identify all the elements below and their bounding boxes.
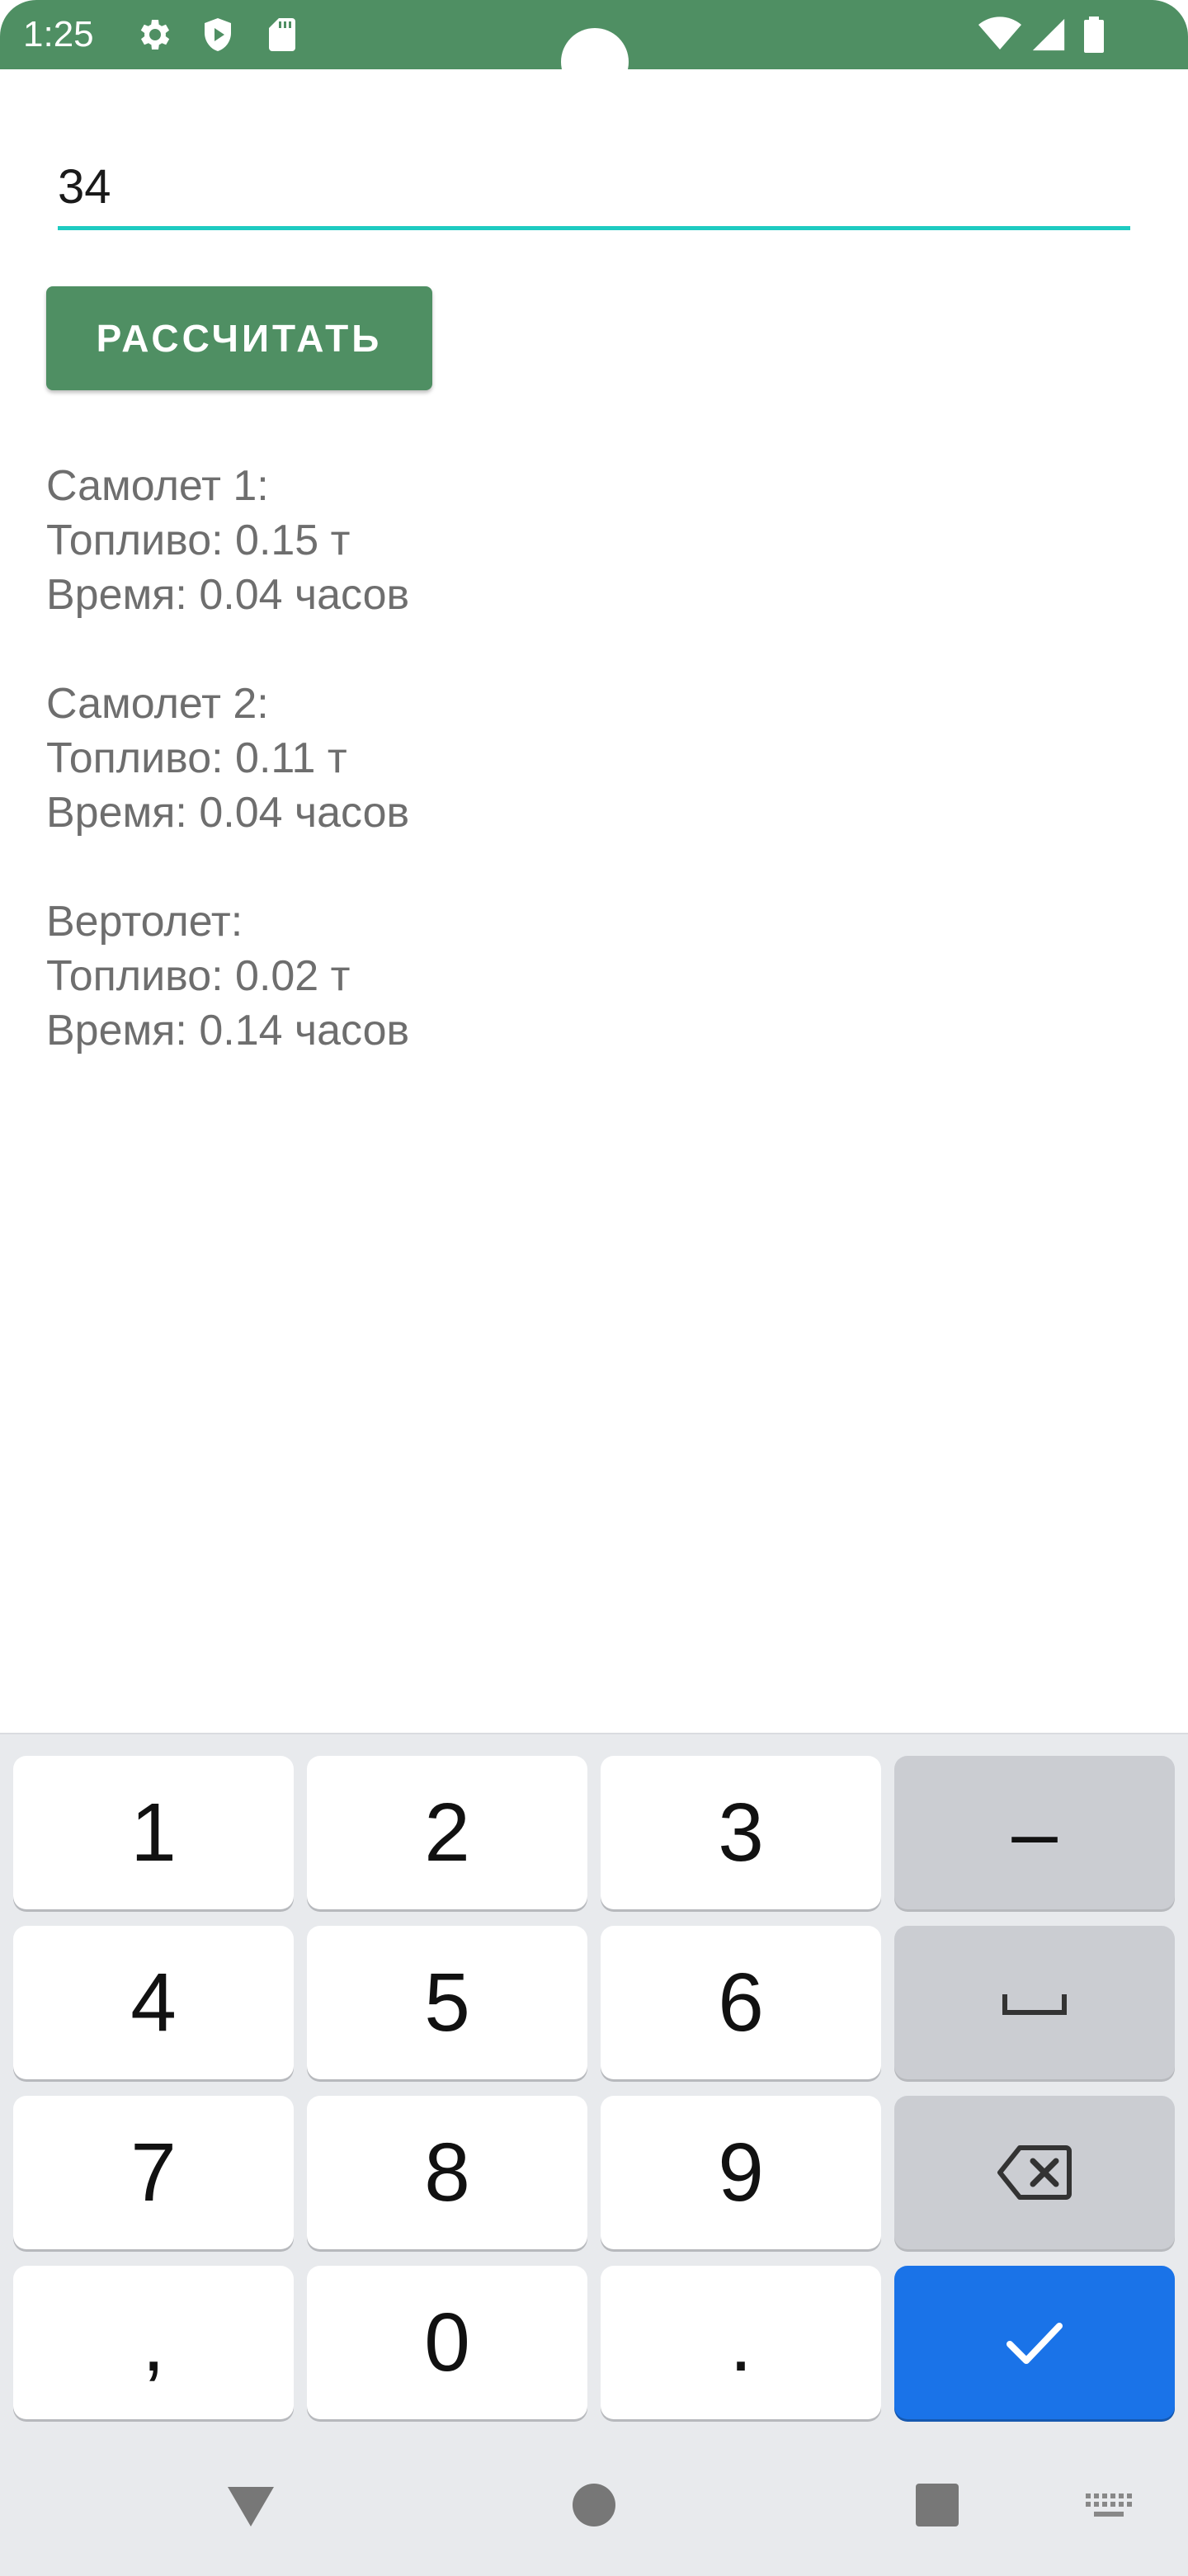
result-time: Время: 0.14 часов xyxy=(46,1007,410,1054)
key-1[interactable]: 1 xyxy=(13,1756,294,1909)
result-aircraft-1: Самолет 1: Топливо: 0.15 т Время: 0.04 ч… xyxy=(46,459,1119,622)
key-2[interactable]: 2 xyxy=(307,1756,587,1909)
results-text: Самолет 1: Топливо: 0.15 т Время: 0.04 ч… xyxy=(46,459,1119,1112)
key-9[interactable]: 9 xyxy=(601,2096,881,2249)
status-time: 1:25 xyxy=(23,14,94,54)
key-4[interactable]: 4 xyxy=(13,1926,294,2079)
result-title: Вертолет: xyxy=(46,898,243,946)
key-minus[interactable]: – xyxy=(894,1756,1175,1909)
result-fuel: Топливо: 0.02 т xyxy=(46,952,351,1000)
home-icon[interactable] xyxy=(571,2482,617,2532)
result-fuel: Топливо: 0.15 т xyxy=(46,517,351,564)
key-backspace[interactable] xyxy=(894,2096,1175,2249)
result-time: Время: 0.04 часов xyxy=(46,789,410,837)
result-aircraft-2: Самолет 2: Топливо: 0.11 т Время: 0.04 ч… xyxy=(46,677,1119,840)
sd-card-icon xyxy=(262,15,302,54)
key-8[interactable]: 8 xyxy=(307,2096,587,2249)
key-space[interactable] xyxy=(894,1926,1175,2079)
recents-icon[interactable] xyxy=(914,2482,960,2532)
numeric-keyboard: 1 2 3 – 4 5 6 7 8 9 , 0 . xyxy=(0,1733,1188,2576)
distance-input-field[interactable] xyxy=(58,140,1130,230)
key-7[interactable]: 7 xyxy=(13,2096,294,2249)
checkmark-icon xyxy=(1005,2319,1064,2366)
key-6[interactable]: 6 xyxy=(601,1926,881,2079)
key-3[interactable]: 3 xyxy=(601,1756,881,1909)
result-title: Самолет 2: xyxy=(46,680,269,728)
battery-icon xyxy=(1082,15,1122,54)
status-bar: 1:25 xyxy=(0,0,1188,96)
shield-play-icon xyxy=(198,15,238,54)
key-done[interactable] xyxy=(894,2266,1175,2419)
calculate-button[interactable]: РАССЧИТАТЬ xyxy=(46,286,432,390)
signal-icon xyxy=(1030,15,1069,54)
key-5[interactable]: 5 xyxy=(307,1926,587,2079)
result-fuel: Топливо: 0.11 т xyxy=(46,734,347,782)
camera-cutout xyxy=(561,28,629,96)
distance-input[interactable] xyxy=(58,140,1130,226)
backspace-icon xyxy=(997,2143,1072,2202)
result-helicopter: Вертолет: Топливо: 0.02 т Время: 0.14 ча… xyxy=(46,894,1119,1058)
wifi-icon xyxy=(978,15,1021,54)
result-title: Самолет 1: xyxy=(46,462,269,510)
key-comma[interactable]: , xyxy=(13,2266,294,2419)
key-0[interactable]: 0 xyxy=(307,2266,587,2419)
space-icon xyxy=(1000,1986,1069,2019)
back-icon[interactable] xyxy=(224,2484,277,2534)
result-time: Время: 0.04 часов xyxy=(46,571,410,619)
key-period[interactable]: . xyxy=(601,2266,881,2419)
settings-icon xyxy=(135,15,175,54)
keyboard-switch-icon[interactable] xyxy=(1084,2492,1132,2526)
